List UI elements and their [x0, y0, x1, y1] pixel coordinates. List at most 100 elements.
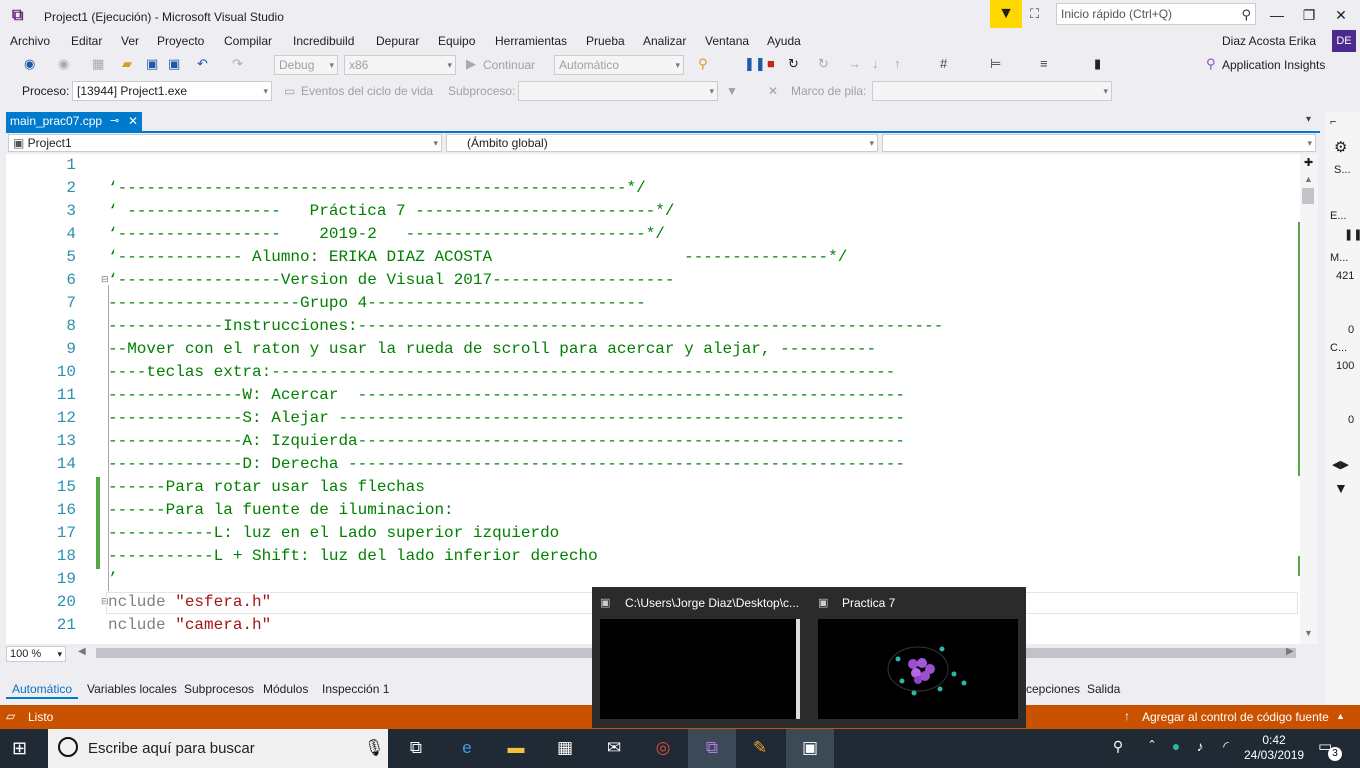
- tab-salida[interactable]: Salida: [1087, 682, 1120, 696]
- wifi-icon[interactable]: ◜: [1214, 738, 1238, 760]
- scroll-down-icon[interactable]: ▼: [1304, 628, 1313, 638]
- open-folder-icon[interactable]: ▰: [122, 56, 132, 72]
- notification-filter-icon[interactable]: ▼: [990, 0, 1022, 28]
- source-control-button[interactable]: Agregar al control de código fuente: [1142, 710, 1329, 724]
- scroll-right-icon[interactable]: ▶: [1286, 646, 1294, 657]
- forward-icon[interactable]: ◉: [58, 56, 69, 72]
- tab-variables-locales[interactable]: Variables locales: [87, 682, 177, 696]
- tab-subprocesos[interactable]: Subprocesos: [184, 682, 254, 696]
- minimize-button[interactable]: —: [1262, 4, 1292, 26]
- hex-icon[interactable]: #: [940, 56, 947, 71]
- scroll-thumb[interactable]: [1302, 188, 1314, 204]
- subprocess-select[interactable]: ▾: [518, 81, 718, 101]
- task-view-icon[interactable]: ⧉: [404, 738, 428, 760]
- code-line[interactable]: --------------D: Derecha ---------------…: [108, 455, 905, 473]
- tray-app-icon[interactable]: ●: [1164, 738, 1188, 760]
- code-line[interactable]: --------------W: Acercar ---------------…: [108, 386, 905, 404]
- panel-item[interactable]: S...: [1334, 164, 1351, 176]
- filter-icon[interactable]: ▼: [726, 84, 738, 98]
- nav-arrows-icon[interactable]: ◀▶: [1332, 458, 1349, 471]
- code-line[interactable]: ----teclas extra:-----------------------…: [108, 363, 895, 381]
- menu-ventana[interactable]: Ventana: [705, 34, 749, 48]
- taskbar-search-input[interactable]: Escribe aquí para buscar 🎙: [48, 729, 388, 768]
- code-line[interactable]: -----------L: luz en el Lado superior iz…: [108, 524, 559, 542]
- continue-button[interactable]: Continuar: [483, 58, 535, 72]
- menu-archivo[interactable]: Archivo: [10, 34, 50, 48]
- step-over-icon[interactable]: →: [848, 56, 861, 71]
- thumbnail-title-practica[interactable]: Practica 7: [842, 596, 895, 610]
- close-button[interactable]: ✕: [1326, 4, 1356, 26]
- app-insights-button[interactable]: Application Insights: [1222, 58, 1325, 72]
- filter-icon[interactable]: ▼: [1334, 480, 1348, 496]
- menu-analizar[interactable]: Analizar: [643, 34, 686, 48]
- app-window-icon[interactable]: ▣: [798, 738, 822, 760]
- user-name[interactable]: Diaz Acosta Erika: [1222, 34, 1316, 48]
- redo-icon[interactable]: ↷: [232, 56, 243, 72]
- gear-icon[interactable]: ⚙: [1334, 138, 1347, 156]
- code-line[interactable]: ‘------------- Alumno: ERIKA DIAZ ACOSTA…: [108, 248, 847, 266]
- scroll-left-icon[interactable]: ◀: [78, 646, 86, 657]
- member-select[interactable]: ▾: [882, 134, 1316, 152]
- close-icon[interactable]: ✕: [128, 112, 138, 131]
- back-icon[interactable]: ◉: [24, 56, 35, 72]
- people-icon[interactable]: ⚲: [1106, 738, 1130, 760]
- windows-start-icon[interactable]: ⊞: [12, 738, 32, 758]
- tab-inspeccion-1[interactable]: Inspección 1: [322, 682, 389, 696]
- code-line[interactable]: ‘----------------- 2019-2 --------------…: [108, 225, 665, 243]
- chrome-icon[interactable]: ◎: [651, 738, 675, 760]
- panel-item[interactable]: M...: [1330, 252, 1348, 264]
- code-line[interactable]: ‘---------------------------------------…: [108, 179, 646, 197]
- panel-item[interactable]: C...: [1330, 342, 1347, 354]
- menu-depurar[interactable]: Depurar: [376, 34, 419, 48]
- microphone-icon[interactable]: 🎙: [364, 738, 384, 758]
- code-line[interactable]: --Mover con el raton y usar la rueda de …: [108, 340, 876, 358]
- code-line[interactable]: ‘-----------------Version de Visual 2017…: [108, 271, 675, 289]
- volume-icon[interactable]: ♪: [1188, 738, 1212, 760]
- project-select[interactable]: ▣ Project1 ▾: [8, 134, 442, 152]
- thumbnail-preview-practica[interactable]: [818, 619, 1018, 719]
- file-explorer-icon[interactable]: ▬: [504, 738, 528, 760]
- menu-ayuda[interactable]: Ayuda: [767, 34, 801, 48]
- split-icon[interactable]: ✚: [1304, 156, 1313, 169]
- thumbnail-title-console[interactable]: C:\Users\Jorge Diaz\Desktop\c...: [625, 596, 799, 610]
- panel-item[interactable]: E...: [1330, 210, 1347, 222]
- thread-icon[interactable]: ⊨: [990, 56, 1001, 72]
- feedback-icon[interactable]: ⛶: [1030, 6, 1039, 22]
- scope-select[interactable]: (Ámbito global) ▾: [446, 134, 878, 152]
- edge-icon[interactable]: e: [455, 738, 479, 760]
- panel-tab-icon[interactable]: ⌐: [1330, 116, 1336, 128]
- lifecycle-events-icon[interactable]: ▭: [284, 84, 295, 98]
- include-line[interactable]: nclude "esfera.h": [108, 593, 271, 611]
- zoom-select[interactable]: 100 % ▾: [6, 646, 66, 662]
- configuration-select[interactable]: Debug ▾: [274, 55, 338, 75]
- code-line[interactable]: --------------A: Izquierda--------------…: [108, 432, 905, 450]
- menu-compilar[interactable]: Compilar: [224, 34, 272, 48]
- thumbnail-preview-console[interactable]: [600, 619, 800, 719]
- step-into-icon[interactable]: ↓: [872, 56, 879, 71]
- avatar[interactable]: DE: [1332, 30, 1356, 52]
- code-line[interactable]: --------------S: Alejar ----------------…: [108, 409, 905, 427]
- continue-icon[interactable]: ▶: [466, 56, 476, 72]
- step-icon[interactable]: ↻: [818, 56, 829, 72]
- tab-excepciones[interactable]: cepciones: [1026, 682, 1080, 696]
- chevron-up-icon[interactable]: ⌃: [1140, 738, 1164, 760]
- menu-incredibuild[interactable]: Incredibuild: [293, 34, 354, 48]
- save-icon[interactable]: ▣: [146, 56, 158, 72]
- stack-frame-select[interactable]: ▾: [872, 81, 1112, 101]
- find-icon[interactable]: ⚲: [698, 56, 708, 72]
- code-line[interactable]: ------Para la fuente de iluminacion:: [108, 501, 454, 519]
- visual-studio-icon[interactable]: ⧉: [700, 738, 724, 760]
- code-line[interactable]: ------------Instrucciones:--------------…: [108, 317, 943, 335]
- bookmark-icon[interactable]: ▮: [1094, 56, 1101, 72]
- pause-icon[interactable]: ❚❚: [744, 56, 766, 72]
- process-select[interactable]: [13944] Project1.exe ▾: [72, 81, 272, 101]
- restart-icon[interactable]: ↻: [788, 56, 799, 72]
- lifecycle-events-button[interactable]: Eventos del ciclo de vida: [301, 84, 433, 98]
- code-line[interactable]: ------Para rotar usar las flechas: [108, 478, 425, 496]
- scroll-up-icon[interactable]: ▲: [1304, 174, 1313, 184]
- auto-select[interactable]: Automático ▾: [554, 55, 684, 75]
- code-line[interactable]: ’: [108, 570, 118, 588]
- taskbar-clock[interactable]: 0:42 24/03/2019: [1244, 733, 1304, 763]
- paint-icon[interactable]: ✎: [748, 738, 772, 760]
- menu-ver[interactable]: Ver: [121, 34, 139, 48]
